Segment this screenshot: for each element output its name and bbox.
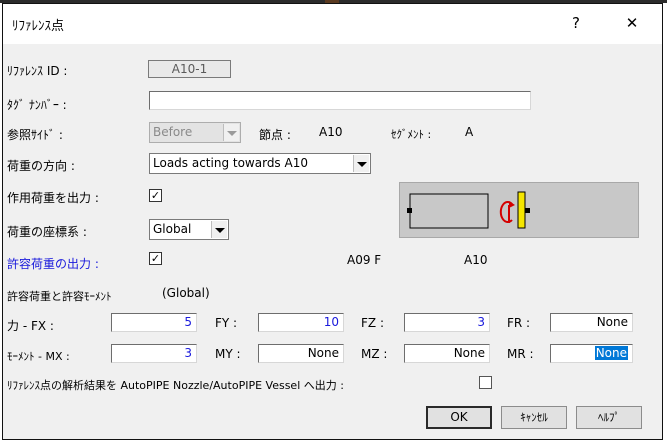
- right-node-caption: A10: [464, 253, 488, 267]
- node-value: A10: [319, 125, 343, 139]
- mr-label: MR :: [507, 347, 534, 361]
- window-title: ﾘﾌｧﾚﾝｽ点: [12, 19, 65, 34]
- fx-input[interactable]: 5: [111, 313, 197, 332]
- chevron-down-icon: [353, 155, 369, 172]
- ref-side-value: Before: [153, 125, 193, 139]
- fr-input[interactable]: None: [550, 313, 633, 332]
- reference-point-dialog: ﾘﾌｧﾚﾝｽ点 ? ✕ ﾘﾌｧﾚﾝｽ ID : A10-1 ﾀｸﾞ ﾅﾝﾊﾞｰ …: [2, 3, 663, 440]
- chevron-down-icon: [223, 124, 239, 141]
- allowable-system-value: (Global): [162, 286, 210, 300]
- mz-label: MZ :: [361, 347, 388, 361]
- tag-number-input[interactable]: [149, 91, 531, 110]
- my-input[interactable]: None: [258, 344, 344, 363]
- output-applied-load-checkbox[interactable]: ✓: [149, 189, 162, 202]
- segment-value: A: [465, 125, 474, 139]
- mr-input[interactable]: None: [550, 344, 633, 363]
- load-coord-label: 荷重の座標系 :: [7, 225, 87, 239]
- help-button[interactable]: ﾍﾙﾌﾟ: [576, 406, 642, 429]
- left-node-marker: [407, 208, 412, 213]
- my-label: MY :: [215, 347, 241, 361]
- help-icon[interactable]: ?: [560, 8, 592, 38]
- support-plate-icon: [517, 191, 526, 229]
- mz-input[interactable]: None: [404, 344, 490, 363]
- title-bar: ﾘﾌｧﾚﾝｽ点 ? ✕: [3, 4, 662, 44]
- fy-label: FY :: [215, 316, 238, 330]
- load-direction-select[interactable]: Loads acting towards A10: [149, 153, 371, 174]
- mr-selected-text: None: [594, 346, 628, 360]
- load-direction-label: 荷重の方向 :: [7, 159, 75, 173]
- ref-id-field: A10-1: [148, 60, 231, 78]
- force-row-label: 力 - FX :: [7, 319, 54, 333]
- ok-button[interactable]: OK: [426, 406, 492, 429]
- fr-label: FR :: [507, 316, 531, 330]
- output-applied-load-label: 作用荷重を出力 :: [7, 191, 99, 205]
- load-direction-value: Loads acting towards A10: [153, 156, 308, 170]
- fz-input[interactable]: 3: [404, 313, 490, 332]
- left-node-caption: A09 F: [347, 253, 382, 267]
- load-coord-value: Global: [153, 222, 192, 236]
- check-icon: ✓: [150, 189, 161, 202]
- load-coord-select[interactable]: Global: [149, 219, 229, 240]
- node-label: 節点 :: [259, 128, 291, 142]
- support-diagram: [399, 182, 639, 238]
- component-box: [409, 193, 489, 229]
- tag-number-label: ﾀｸﾞ ﾅﾝﾊﾞｰ :: [7, 98, 67, 112]
- segment-label: ｾｸﾞﾒﾝﾄ :: [391, 128, 432, 141]
- fz-label: FZ :: [361, 316, 384, 330]
- ref-id-label: ﾘﾌｧﾚﾝｽ ID :: [7, 64, 68, 78]
- export-checkbox[interactable]: [479, 376, 492, 389]
- support-diagram-graphic: [407, 191, 530, 229]
- chevron-down-icon: [211, 221, 227, 238]
- output-allowable-load-checkbox[interactable]: ✓: [149, 252, 162, 265]
- mx-input[interactable]: 3: [111, 344, 197, 363]
- check-icon: ✓: [150, 252, 161, 265]
- ref-side-label: 参照ｻｲﾄﾞ :: [7, 128, 63, 142]
- right-node-marker: [525, 208, 530, 213]
- cancel-button[interactable]: ｷｬﾝｾﾙ: [501, 406, 567, 429]
- close-icon[interactable]: ✕: [616, 8, 648, 38]
- ref-side-select: Before: [149, 122, 241, 143]
- export-label: ﾘﾌｧﾚﾝｽ点の解析結果を AutoPIPE Nozzle/AutoPIPE V…: [7, 379, 344, 392]
- moment-row-label: ﾓｰﾒﾝﾄ - MX :: [7, 350, 70, 363]
- fy-input[interactable]: 10: [258, 313, 344, 332]
- allowable-section-label: 許容荷重と許容ﾓｰﾒﾝﾄ: [7, 290, 112, 303]
- output-allowable-load-label: 許容荷重の出力 :: [7, 257, 99, 271]
